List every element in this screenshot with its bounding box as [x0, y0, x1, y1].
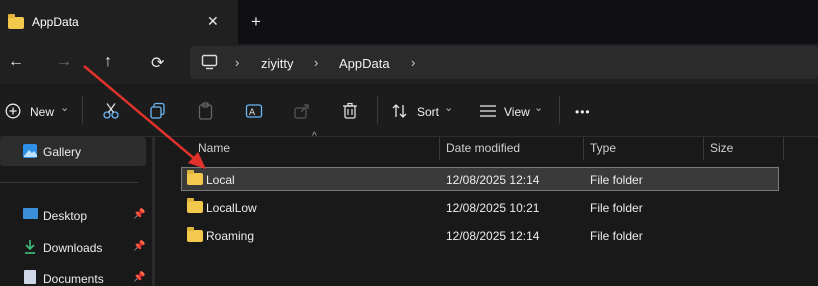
annotation-arrow — [83, 65, 206, 169]
